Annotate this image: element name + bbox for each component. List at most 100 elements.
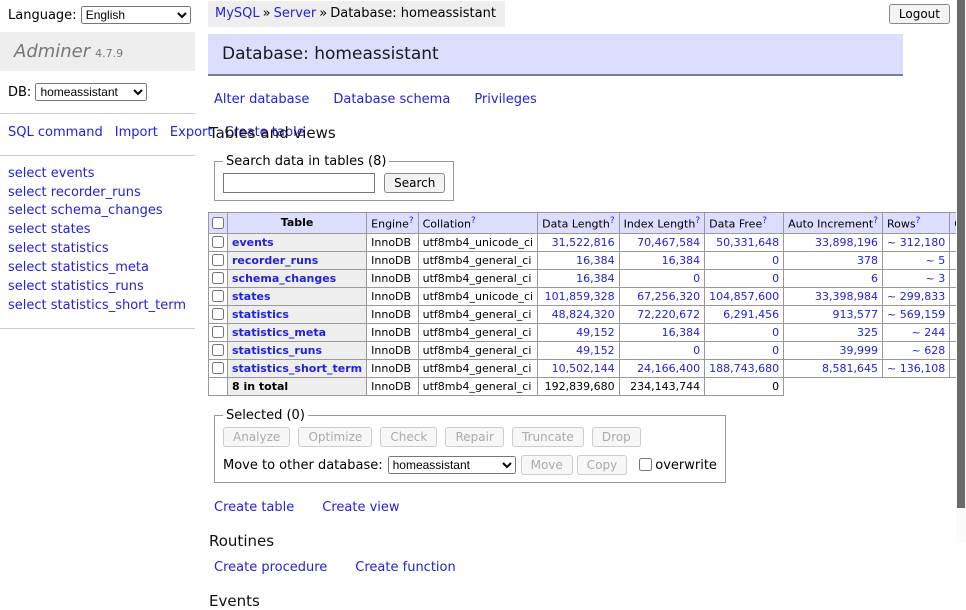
import-link[interactable]: Import bbox=[115, 125, 158, 140]
analyze-button[interactable]: Analyze bbox=[223, 427, 290, 447]
data-free-link[interactable]: 0 bbox=[772, 344, 779, 357]
breadcrumb-mysql-link[interactable]: MySQL bbox=[215, 6, 260, 21]
index-length-link[interactable]: 67,256,320 bbox=[637, 290, 700, 303]
copy-button[interactable]: Copy bbox=[577, 455, 627, 475]
auto-increment-link[interactable]: 33,398,984 bbox=[815, 290, 878, 303]
sidebar-item-select-states[interactable]: select states bbox=[8, 221, 187, 240]
help-icon[interactable]: ? bbox=[916, 216, 921, 226]
row-checkbox[interactable] bbox=[212, 254, 224, 266]
table-link-statistics[interactable]: statistics bbox=[232, 308, 289, 321]
search-input[interactable] bbox=[223, 173, 375, 193]
data-length-link[interactable]: 49,152 bbox=[576, 326, 615, 339]
rows-count-link[interactable]: ~ 628 bbox=[911, 344, 945, 357]
help-icon[interactable]: ? bbox=[409, 216, 414, 226]
create-function-link[interactable]: Create function bbox=[355, 560, 455, 575]
table-link-schema-changes[interactable]: schema_changes bbox=[232, 272, 336, 285]
scrollbar-thumb[interactable] bbox=[957, 0, 965, 508]
table-link-statistics-short-term[interactable]: statistics_short_term bbox=[232, 362, 362, 375]
rows-count-link[interactable]: ~ 136,108 bbox=[887, 362, 945, 375]
index-length-link[interactable]: 16,384 bbox=[662, 254, 701, 267]
alter-database-link[interactable]: Alter database bbox=[214, 92, 309, 107]
rows-count-link[interactable]: ~ 299,833 bbox=[887, 290, 945, 303]
row-checkbox[interactable] bbox=[212, 362, 224, 374]
data-length-link[interactable]: 16,384 bbox=[576, 272, 615, 285]
data-length-link[interactable]: 48,824,320 bbox=[552, 308, 615, 321]
move-button[interactable]: Move bbox=[521, 455, 573, 475]
help-icon[interactable]: ? bbox=[873, 216, 878, 226]
truncate-button[interactable]: Truncate bbox=[512, 427, 584, 447]
table-link-statistics-meta[interactable]: statistics_meta bbox=[232, 326, 326, 339]
row-checkbox[interactable] bbox=[212, 290, 224, 302]
repair-button[interactable]: Repair bbox=[445, 427, 503, 447]
db-select[interactable]: homeassistant bbox=[35, 83, 147, 101]
select-all-checkbox[interactable] bbox=[212, 217, 224, 229]
move-db-select[interactable]: homeassistant bbox=[388, 456, 516, 474]
data-free-link[interactable]: 0 bbox=[772, 254, 779, 267]
auto-increment-link[interactable]: 6 bbox=[871, 272, 878, 285]
data-length-link[interactable]: 49,152 bbox=[576, 344, 615, 357]
database-schema-link[interactable]: Database schema bbox=[333, 92, 450, 107]
rows-count-link[interactable]: ~ 569,159 bbox=[887, 308, 945, 321]
row-checkbox[interactable] bbox=[212, 236, 224, 248]
data-free-link[interactable]: 0 bbox=[772, 326, 779, 339]
data-free-link[interactable]: 0 bbox=[772, 272, 779, 285]
sidebar-item-select-recorder-runs[interactable]: select recorder_runs bbox=[8, 184, 187, 203]
index-length-link[interactable]: 70,467,584 bbox=[637, 236, 700, 249]
index-length-link[interactable]: 0 bbox=[693, 272, 700, 285]
help-icon[interactable]: ? bbox=[610, 216, 615, 226]
sql-command-link[interactable]: SQL command bbox=[8, 125, 103, 140]
table-link-events[interactable]: events bbox=[232, 236, 274, 249]
help-icon[interactable]: ? bbox=[471, 216, 476, 226]
data-length-link[interactable]: 16,384 bbox=[576, 254, 615, 267]
rows-count-link[interactable]: ~ 5 bbox=[925, 254, 945, 267]
auto-increment-link[interactable]: 325 bbox=[857, 326, 878, 339]
privileges-link[interactable]: Privileges bbox=[474, 92, 537, 107]
optimize-button[interactable]: Optimize bbox=[298, 427, 372, 447]
help-icon[interactable]: ? bbox=[762, 216, 767, 226]
data-free-link[interactable]: 6,291,456 bbox=[723, 308, 779, 321]
index-length-link[interactable]: 72,220,672 bbox=[637, 308, 700, 321]
create-table-link[interactable]: Create table bbox=[214, 500, 294, 515]
data-free-link[interactable]: 50,331,648 bbox=[716, 236, 779, 249]
data-free-link[interactable]: 104,857,600 bbox=[709, 290, 779, 303]
data-length-link[interactable]: 101,859,328 bbox=[545, 290, 615, 303]
index-length-link[interactable]: 24,166,400 bbox=[637, 362, 700, 375]
auto-increment-link[interactable]: 33,898,196 bbox=[815, 236, 878, 249]
help-icon[interactable]: ? bbox=[695, 216, 700, 226]
table-link-statistics-runs[interactable]: statistics_runs bbox=[232, 344, 322, 357]
sidebar-item-select-statistics-meta[interactable]: select statistics_meta bbox=[8, 259, 187, 278]
auto-increment-link[interactable]: 8,581,645 bbox=[822, 362, 878, 375]
table-link-recorder-runs[interactable]: recorder_runs bbox=[232, 254, 318, 267]
table-link-states[interactable]: states bbox=[232, 290, 271, 303]
create-procedure-link[interactable]: Create procedure bbox=[214, 560, 327, 575]
export-link[interactable]: Export bbox=[170, 125, 213, 140]
index-length-link[interactable]: 0 bbox=[693, 344, 700, 357]
sidebar-item-select-events[interactable]: select events bbox=[8, 165, 187, 184]
index-length-link[interactable]: 16,384 bbox=[662, 326, 701, 339]
language-select[interactable]: English bbox=[81, 6, 191, 24]
overwrite-checkbox[interactable] bbox=[639, 458, 652, 471]
overwrite-option[interactable]: overwrite bbox=[635, 458, 717, 473]
row-checkbox[interactable] bbox=[212, 344, 224, 356]
create-view-link[interactable]: Create view bbox=[322, 500, 399, 515]
sidebar-item-select-schema-changes[interactable]: select schema_changes bbox=[8, 202, 187, 221]
auto-increment-link[interactable]: 39,999 bbox=[840, 344, 879, 357]
data-free-link[interactable]: 188,743,680 bbox=[709, 362, 779, 375]
search-button[interactable]: Search bbox=[384, 173, 445, 193]
rows-count-link[interactable]: ~ 244 bbox=[911, 326, 945, 339]
row-checkbox[interactable] bbox=[212, 308, 224, 320]
vertical-scrollbar[interactable] bbox=[956, 0, 966, 543]
rows-count-link[interactable]: ~ 312,180 bbox=[887, 236, 945, 249]
sidebar-item-select-statistics-runs[interactable]: select statistics_runs bbox=[8, 278, 187, 297]
auto-increment-link[interactable]: 913,577 bbox=[833, 308, 879, 321]
breadcrumb-server-link[interactable]: Server bbox=[274, 6, 317, 21]
row-checkbox[interactable] bbox=[212, 272, 224, 284]
data-length-link[interactable]: 31,522,816 bbox=[552, 236, 615, 249]
auto-increment-link[interactable]: 378 bbox=[857, 254, 878, 267]
sidebar-item-select-statistics[interactable]: select statistics bbox=[8, 240, 187, 259]
data-length-link[interactable]: 10,502,144 bbox=[552, 362, 615, 375]
row-checkbox[interactable] bbox=[212, 326, 224, 338]
sidebar-item-select-statistics-short-term[interactable]: select statistics_short_term bbox=[8, 297, 187, 316]
rows-count-link[interactable]: ~ 3 bbox=[925, 272, 945, 285]
drop-button[interactable]: Drop bbox=[592, 427, 641, 447]
